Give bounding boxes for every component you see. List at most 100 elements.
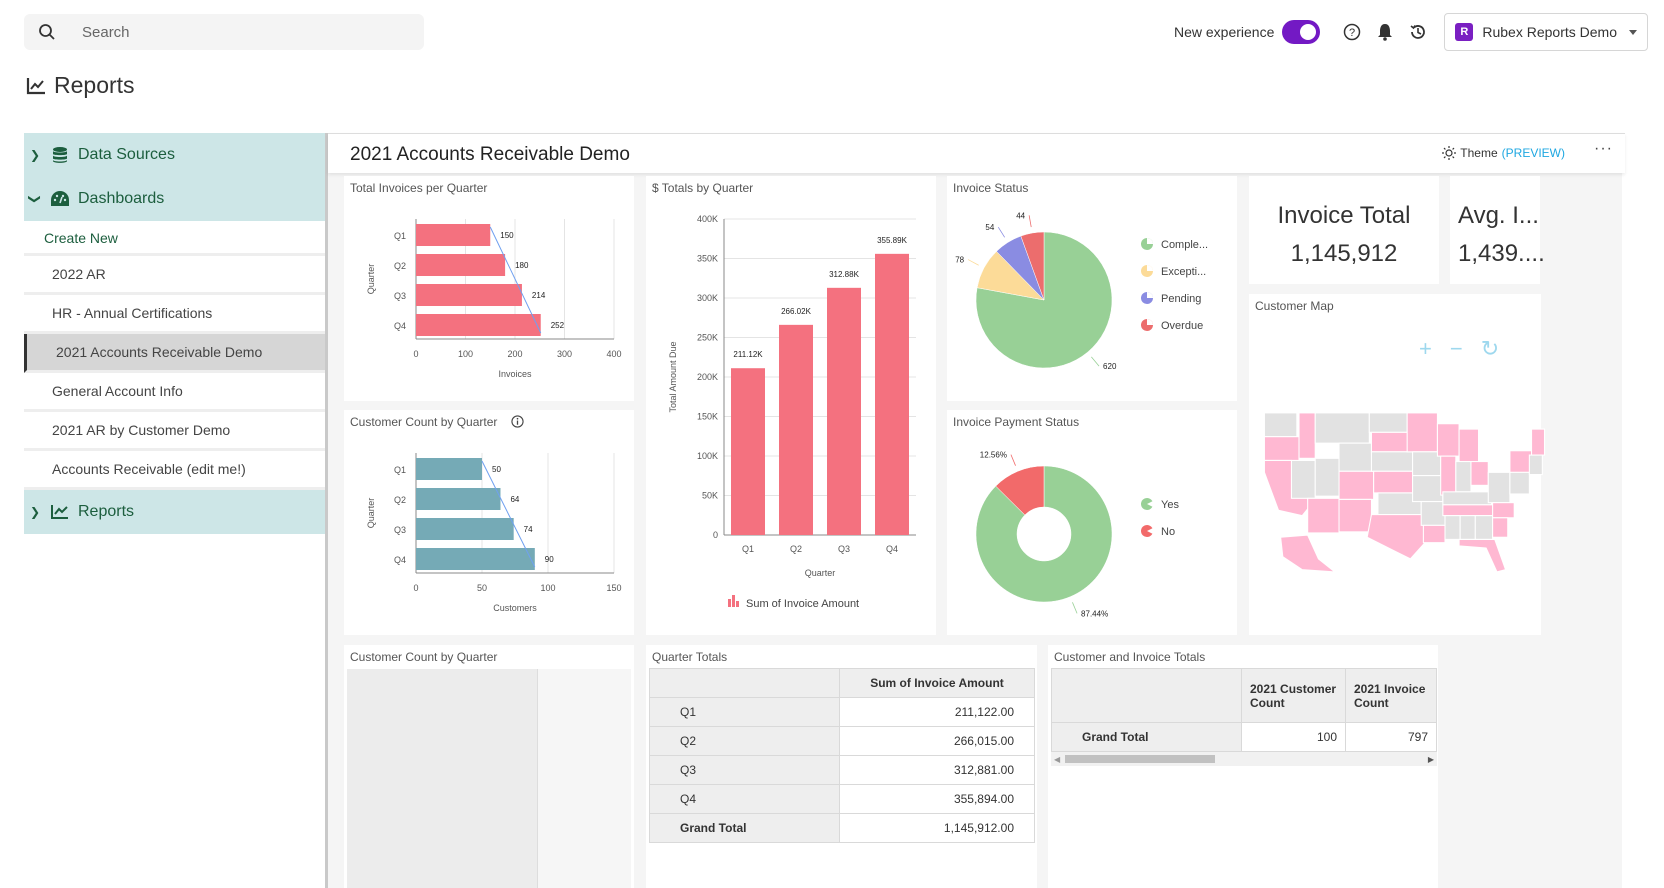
legend-label: Comple...	[1161, 239, 1208, 251]
map-region	[1373, 470, 1414, 494]
data-label: 355.89K	[877, 236, 907, 245]
tile-quarter-totals[interactable]: Quarter Totals Sum of Invoice Amount Q1 2…	[646, 645, 1037, 888]
scrollbar-thumb[interactable]	[1065, 755, 1215, 763]
x-tick-label: 300	[557, 349, 572, 359]
sidebar-item-general-account-info[interactable]: General Account Info	[24, 373, 325, 412]
search-box[interactable]	[24, 14, 424, 50]
map-region	[1440, 455, 1457, 496]
label-leader	[997, 226, 1006, 238]
bar	[416, 548, 535, 570]
bar	[416, 518, 514, 540]
create-new-dashboard-link[interactable]: Create New	[24, 221, 325, 256]
sidebar-item-hr-annual-certifications[interactable]: HR - Annual Certifications	[24, 295, 325, 334]
sidebar-item-accounts-receivable-edit-me[interactable]: Accounts Receivable (edit me!)	[24, 451, 325, 490]
tile-customer-map[interactable]: Customer Map + − ↻	[1249, 294, 1546, 635]
tile-title: Customer Count by Quarter	[350, 650, 498, 664]
map-region	[1370, 431, 1410, 453]
map-region	[1442, 504, 1496, 517]
sidebar-group-data-sources[interactable]: ❯ Data Sources	[24, 133, 325, 177]
org-selector[interactable]: R Rubex Reports Demo	[1444, 13, 1648, 51]
map-region	[1530, 428, 1546, 456]
new-experience-toggle[interactable]	[1282, 20, 1321, 44]
info-icon[interactable]	[511, 415, 524, 428]
theme-button[interactable]: Theme (PREVIEW)	[1442, 146, 1565, 160]
data-label: 54	[985, 223, 994, 232]
map-region	[1528, 454, 1543, 476]
data-label: 266.02K	[781, 307, 811, 316]
kpi-title: Invoice Total	[1277, 202, 1411, 229]
top-bar: New experience ? R Rubex Reports Demo	[0, 0, 1664, 64]
column-header[interactable]: Sum of Invoice Amount	[839, 668, 1035, 698]
table-row: Q1 211,122.00	[649, 697, 1035, 727]
map-reset-button[interactable]: ↻	[1481, 336, 1499, 362]
tile-customer-invoice-totals[interactable]: Customer and Invoice Totals 2021 Custome…	[1048, 645, 1438, 888]
us-map[interactable]	[1259, 394, 1551, 594]
search-icon	[24, 23, 70, 41]
kpi-value: 1,439....	[1458, 240, 1545, 267]
page-title: Reports	[26, 72, 135, 99]
sidebar-group-dashboards[interactable]: ❯ Dashboards	[24, 177, 325, 221]
map-region	[1474, 515, 1494, 540]
bell-icon[interactable]	[1375, 22, 1395, 42]
tile-total-invoices[interactable]: Total Invoices per Quarter 0 100 200 300 400…	[344, 176, 634, 401]
history-icon[interactable]	[1408, 22, 1428, 42]
map-region	[1459, 515, 1476, 540]
map-zoom-out-button[interactable]: −	[1450, 336, 1463, 362]
x-tick-label: 50	[477, 583, 487, 593]
dashboard-gauge-icon	[50, 190, 70, 208]
kpi-average-invoice[interactable]: Avg. I... 1,439....	[1450, 176, 1545, 284]
map-region	[1263, 436, 1300, 462]
kpi-invoice-total[interactable]: Invoice Total 1,145,912	[1249, 176, 1439, 284]
caret-down-icon	[1629, 29, 1637, 35]
table-row-grand-total: Grand Total 1,145,912.00	[649, 813, 1035, 843]
map-region	[1314, 457, 1340, 497]
y-tick-label: Q1	[394, 231, 406, 241]
data-label: 12.56%	[980, 451, 1007, 460]
sun-icon	[1442, 146, 1457, 160]
bar	[416, 284, 522, 306]
tile-title: Total Invoices per Quarter	[350, 181, 488, 195]
y-axis-title: Total Amount Due	[668, 341, 678, 412]
tile-invoice-status[interactable]: Invoice Status 620 78 54 44 Comple... Excepti…	[947, 176, 1237, 401]
data-label: 180	[515, 261, 529, 270]
scroll-left-icon[interactable]: ◀	[1054, 755, 1060, 764]
bar	[875, 253, 909, 535]
tile-totals-by-quarter[interactable]: $ Totals by Quarter 0 50K 100K 150K 200K 250K…	[646, 176, 936, 635]
svg-text:?: ?	[1349, 27, 1355, 39]
y-tick-label: 400K	[697, 214, 718, 224]
sidebar-item-2021-ar-by-customer-demo[interactable]: 2021 AR by Customer Demo	[24, 412, 325, 451]
tile-customer-count[interactable]: Customer Count by Quarter 0 50 100 150 Q1 50 Q…	[344, 410, 634, 635]
chart-line-icon	[50, 504, 70, 520]
tile-title: Quarter Totals	[652, 650, 728, 664]
more-options-button[interactable]: ···	[1594, 140, 1613, 158]
tile-payment-status[interactable]: Invoice Payment Status 87.44% 12.56% Yes No	[947, 410, 1237, 635]
horizontal-scrollbar[interactable]: ◀ ▶	[1051, 752, 1437, 766]
map-region	[1280, 534, 1337, 573]
sidebar-item-2022-ar[interactable]: 2022 AR	[24, 256, 325, 295]
y-axis-title: Quarter	[366, 264, 376, 295]
x-tick-label: 200	[507, 349, 522, 359]
map-region	[1509, 471, 1530, 495]
sidebar: ❯ Data Sources ❯ Dashboards Create New 2…	[24, 133, 325, 534]
sidebar-group-reports[interactable]: ❯ Reports	[24, 490, 325, 534]
data-label: 214	[532, 291, 546, 300]
data-label: 87.44%	[1081, 609, 1108, 618]
scroll-right-icon[interactable]: ▶	[1428, 755, 1434, 764]
y-axis-title: Quarter	[366, 498, 376, 529]
y-tick-label: Q4	[394, 555, 406, 565]
map-zoom-in-button[interactable]: +	[1419, 336, 1432, 362]
map-region	[1492, 502, 1515, 519]
help-icon[interactable]: ?	[1342, 22, 1362, 42]
data-label: 211.12K	[733, 350, 763, 359]
bar	[416, 254, 506, 276]
tile-customer-count-pivot[interactable]: Customer Count by Quarter	[344, 645, 634, 888]
data-label: 74	[524, 525, 533, 534]
data-label: 150	[500, 231, 514, 240]
new-experience-label: New experience	[1173, 24, 1275, 40]
search-input[interactable]	[82, 23, 382, 41]
column-header[interactable]: 2021 Customer Count	[1241, 668, 1346, 723]
sidebar-item-2021-accounts-receivable-demo[interactable]: 2021 Accounts Receivable Demo	[24, 334, 325, 373]
column-header[interactable]: 2021 Invoice Count	[1345, 668, 1437, 723]
label-leader	[1072, 602, 1078, 614]
dashboard-canvas: 2021 Accounts Receivable Demo Theme (PRE…	[325, 133, 1625, 888]
